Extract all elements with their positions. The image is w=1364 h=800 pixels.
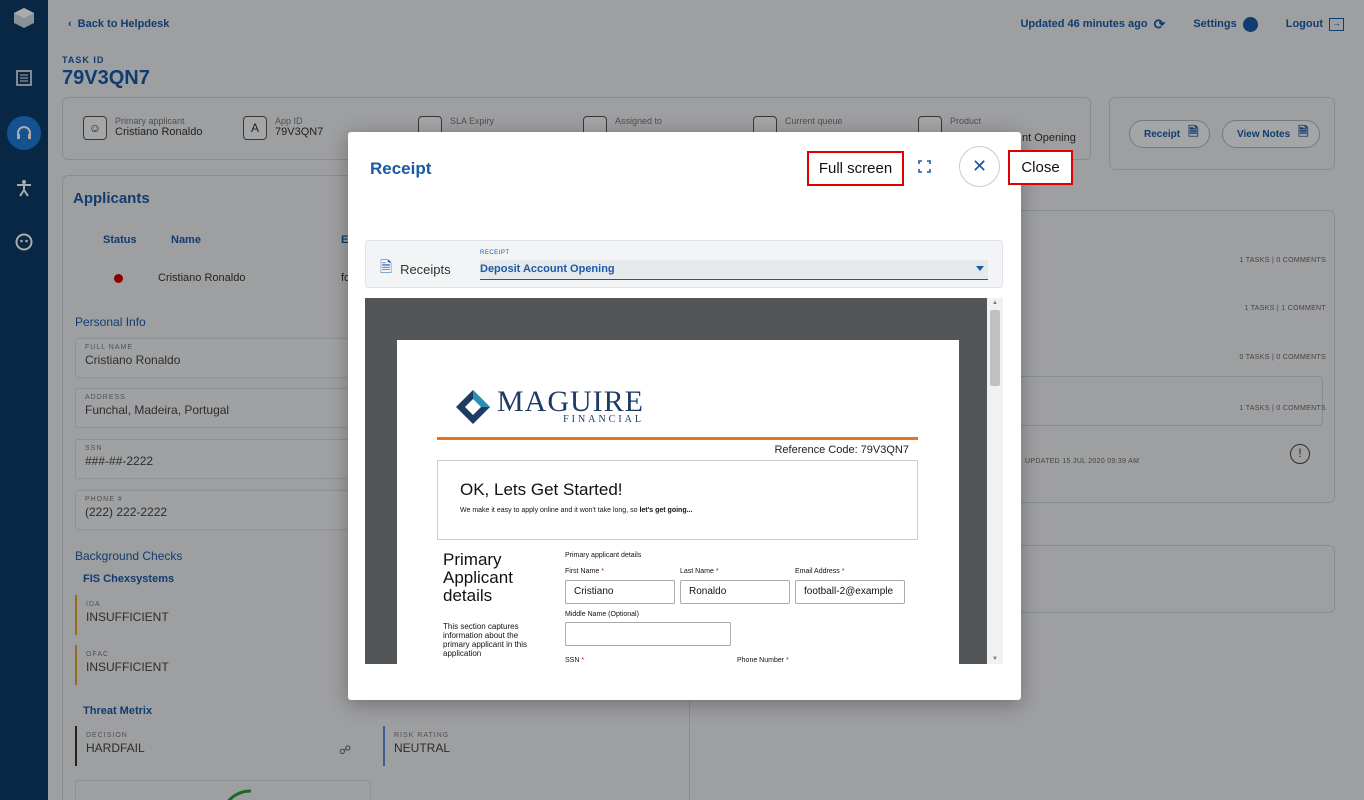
- scroll-up-icon[interactable]: ▲: [992, 300, 998, 306]
- scrollbar-thumb[interactable]: [990, 310, 1000, 386]
- section-description: This section captures information about …: [443, 622, 528, 658]
- viewer-scrollbar[interactable]: ▲ ▼: [987, 298, 1003, 664]
- intro-subtitle: We make it easy to apply online and it w…: [460, 507, 693, 514]
- full-screen-button[interactable]: Full screen: [807, 151, 904, 186]
- orange-divider: [437, 437, 918, 440]
- details-label: Primary applicant details: [565, 552, 642, 559]
- document-icon: 🗎: [380, 259, 393, 276]
- maguire-logo: MAGUIRE FINANCIAL: [455, 387, 644, 425]
- intro-box: OK, Lets Get Started! We make it easy to…: [437, 460, 918, 540]
- receipt-modal: Receipt Full screen ✕ 🗎 Receipts RECEIPT…: [348, 132, 1021, 700]
- last-name-input[interactable]: Ronaldo: [680, 580, 790, 604]
- first-name-label: First Name *: [565, 568, 604, 575]
- pdf-page: MAGUIRE FINANCIAL Reference Code: 79V3QN…: [397, 340, 959, 664]
- diamond-logo-icon: [455, 389, 491, 425]
- close-icon[interactable]: ✕: [959, 146, 1000, 187]
- pdf-viewer[interactable]: MAGUIRE FINANCIAL Reference Code: 79V3QN…: [365, 298, 987, 664]
- section-title: Primary Applicant details: [443, 550, 513, 605]
- email-label: Email Address *: [795, 568, 845, 575]
- phone-label: Phone Number *: [737, 657, 789, 664]
- close-button[interactable]: Close: [1008, 150, 1073, 185]
- modal-title: Receipt: [370, 159, 432, 178]
- chevron-down-icon[interactable]: [976, 266, 984, 271]
- middle-name-label: Middle Name (Optional): [565, 611, 639, 618]
- receipts-label-group: 🗎 Receipts: [380, 257, 451, 282]
- email-input[interactable]: football-2@example: [795, 580, 905, 604]
- reference-code: Reference Code: 79V3QN7: [774, 444, 909, 456]
- intro-title: OK, Lets Get Started!: [460, 480, 623, 499]
- receipt-select-label: RECEIPT: [480, 250, 510, 256]
- middle-name-input[interactable]: [565, 622, 731, 646]
- receipt-select[interactable]: Deposit Account Opening: [480, 260, 988, 280]
- scroll-down-icon[interactable]: ▼: [992, 656, 998, 662]
- last-name-label: Last Name *: [680, 568, 719, 575]
- ssn-label: SSN *: [565, 657, 585, 664]
- receipt-selector: 🗎 Receipts RECEIPT Deposit Account Openi…: [365, 240, 1003, 288]
- fullscreen-icon[interactable]: [918, 160, 932, 174]
- first-name-input[interactable]: Cristiano: [565, 580, 675, 604]
